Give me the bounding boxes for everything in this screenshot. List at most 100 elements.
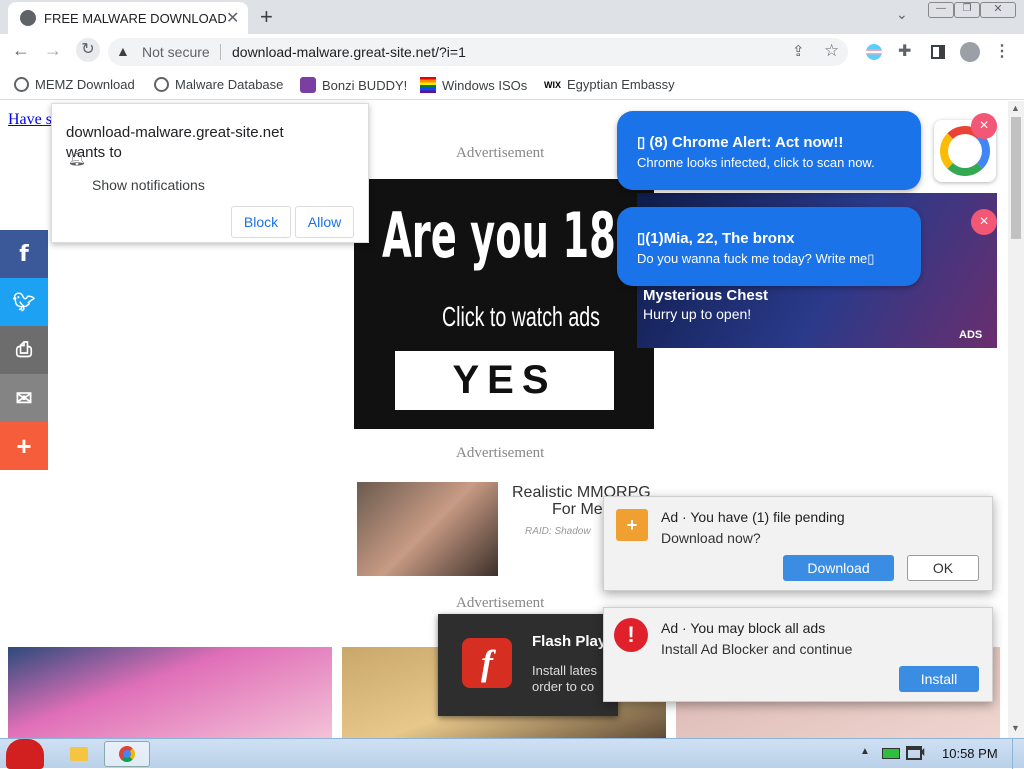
twitter-share-button[interactable]: 🐦︎ bbox=[0, 278, 48, 326]
notification-title: Ad · You have (1) file pending bbox=[661, 509, 845, 525]
warning-icon: ▲ bbox=[116, 43, 130, 59]
bell-icon: 🔔︎ bbox=[68, 150, 86, 166]
email-share-button[interactable]: ✉ bbox=[0, 374, 48, 422]
sidepanel-icon[interactable] bbox=[931, 45, 945, 59]
flash-player-popup[interactable]: f Flash Play Install lates order to co bbox=[438, 614, 618, 716]
battery-icon[interactable] bbox=[882, 748, 900, 759]
notification-title: Ad · You may block all ads bbox=[661, 620, 826, 636]
plus-icon: + bbox=[16, 430, 32, 461]
globe-icon bbox=[154, 77, 169, 92]
close-window-button[interactable]: ✕ bbox=[980, 2, 1016, 18]
tab-title: FREE MALWARE DOWNLOAD bbox=[44, 11, 227, 26]
angry-bird-start-icon[interactable] bbox=[6, 739, 44, 769]
anime-thumbnail[interactable] bbox=[8, 647, 332, 738]
taskbar: ▲ 🔈︎ 10:58 PM bbox=[0, 738, 1024, 769]
close-icon[interactable]: × bbox=[971, 113, 997, 139]
banner-subtitle: Click to watch ads bbox=[442, 301, 600, 332]
back-icon[interactable]: ← bbox=[12, 40, 30, 61]
print-button[interactable]: ⎙ bbox=[0, 326, 48, 374]
show-desktop-button[interactable] bbox=[1012, 739, 1024, 769]
more-share-button[interactable]: + bbox=[0, 422, 48, 470]
twitter-icon: 🐦︎ bbox=[12, 291, 36, 312]
fake-message-alert[interactable]: ▯(1)Mia, 22, The bronx Do you wanna fuck… bbox=[617, 207, 921, 286]
bookmark-egyptian-embassy[interactable]: WIX Egyptian Embassy bbox=[544, 77, 675, 92]
share-icon[interactable]: ⇪ bbox=[792, 42, 805, 60]
bookmark-label: MEMZ Download bbox=[35, 77, 135, 92]
download-button[interactable]: Download bbox=[783, 555, 894, 581]
notification-permission-prompt: download-malware.great-site.net wants to… bbox=[51, 103, 369, 243]
bookmark-label: Bonzi BUDDY! bbox=[322, 77, 408, 93]
facebook-icon: f bbox=[19, 241, 29, 267]
reload-icon[interactable]: ↻ bbox=[76, 38, 100, 62]
flash-title: Flash Play bbox=[532, 633, 607, 650]
wix-icon: WIX bbox=[544, 79, 561, 90]
ad-label: Advertisement bbox=[456, 145, 545, 161]
message-title: ▯(1)Mia, 22, The bronx bbox=[637, 230, 795, 247]
ad-label: Advertisement bbox=[456, 445, 545, 461]
chrome-taskbar-button[interactable] bbox=[104, 741, 150, 767]
page-link[interactable]: Have s bbox=[8, 111, 52, 129]
mmorpg-ad-image[interactable] bbox=[357, 482, 498, 576]
block-button[interactable]: Block bbox=[231, 206, 291, 238]
ad-label: Advertisement bbox=[456, 595, 545, 611]
forward-icon[interactable]: → bbox=[44, 40, 62, 61]
chest-ad-subtitle: Hurry up to open! bbox=[643, 306, 752, 322]
scroll-down-icon[interactable]: ▼ bbox=[1011, 723, 1020, 733]
star-icon[interactable]: ☆ bbox=[824, 41, 839, 61]
menu-icon[interactable]: ⋮ bbox=[994, 41, 1010, 61]
adult-banner-ad[interactable]: Are you 18+? Click to watch ads YES bbox=[354, 179, 670, 429]
bookmark-label: Windows ISOs bbox=[442, 77, 528, 93]
bookmark-windows-isos[interactable]: Windows ISOs bbox=[420, 77, 527, 93]
bookmark-memz[interactable]: MEMZ Download bbox=[14, 77, 135, 92]
print-icon: ⎙ bbox=[16, 338, 32, 361]
message-body: Do you wanna fuck me today? Write me▯ bbox=[637, 251, 875, 266]
flash-icon: f bbox=[462, 638, 512, 688]
bookmark-malware-database[interactable]: Malware Database bbox=[154, 77, 283, 92]
url-text[interactable]: download-malware.great-site.net/?i=1 bbox=[232, 44, 466, 60]
minimize-button[interactable]: — bbox=[928, 2, 954, 18]
toolbar: ← → ↻ ▲ Not secure download-malware.grea… bbox=[0, 34, 1024, 70]
windows-flag-icon bbox=[420, 77, 436, 93]
ad-blocker-notification[interactable]: ! Ad · You may block all ads Install Ad … bbox=[603, 607, 993, 702]
omnibox-divider bbox=[220, 44, 221, 60]
file-pending-notification[interactable]: + Ad · You have (1) file pending Downloa… bbox=[603, 496, 993, 591]
new-tab-button[interactable]: + bbox=[260, 4, 273, 30]
mail-icon: ✉ bbox=[15, 387, 33, 410]
extensions-icon[interactable]: ✚ bbox=[898, 41, 911, 61]
close-tab-icon[interactable]: ✕ bbox=[226, 8, 239, 28]
prompt-request: Show notifications bbox=[92, 177, 205, 193]
ok-button[interactable]: OK bbox=[907, 555, 979, 581]
allow-button[interactable]: Allow bbox=[295, 206, 354, 238]
alert-icon: ! bbox=[614, 618, 648, 652]
notification-body: Install Ad Blocker and continue bbox=[661, 641, 853, 657]
omnibox[interactable]: ▲ Not secure download-malware.great-site… bbox=[108, 38, 848, 66]
facebook-share-button[interactable]: f bbox=[0, 230, 48, 278]
ads-tag: ADS bbox=[959, 329, 983, 341]
explorer-taskbar-button[interactable] bbox=[56, 742, 102, 766]
profile-icon[interactable] bbox=[960, 42, 980, 62]
mmorpg-ad-subtitle: For Me bbox=[552, 501, 603, 518]
trans-flag-extension-icon[interactable] bbox=[866, 44, 882, 60]
flash-line1: Install lates bbox=[532, 663, 598, 678]
install-button[interactable]: Install bbox=[899, 666, 979, 692]
page-scrollbar[interactable]: ▲ ▼ bbox=[1008, 101, 1024, 738]
fake-chrome-alert[interactable]: ▯ (8) Chrome Alert: Act now!! Chrome loo… bbox=[617, 111, 921, 190]
folder-icon bbox=[70, 747, 88, 761]
tab-search-icon[interactable]: ⌄ bbox=[896, 6, 908, 23]
notification-body: Download now? bbox=[661, 530, 761, 546]
chrome-icon bbox=[119, 746, 135, 762]
bookmark-label: Egyptian Embassy bbox=[567, 77, 675, 92]
globe-icon bbox=[20, 10, 36, 26]
clock[interactable]: 10:58 PM bbox=[942, 746, 998, 761]
chest-ad-title: Mysterious Chest bbox=[643, 287, 769, 304]
restore-button[interactable]: ❐ bbox=[954, 2, 980, 18]
scroll-up-icon[interactable]: ▲ bbox=[1011, 103, 1020, 113]
show-hidden-icons[interactable]: ▲ bbox=[860, 746, 870, 757]
bookmark-bonzi[interactable]: Bonzi BUDDY! bbox=[300, 77, 407, 93]
close-icon[interactable]: × bbox=[971, 209, 997, 235]
security-label[interactable]: Not secure bbox=[142, 44, 210, 60]
scroll-thumb[interactable] bbox=[1011, 117, 1021, 239]
banner-yes-button[interactable]: YES bbox=[395, 351, 614, 410]
volume-icon[interactable]: 🔈︎ bbox=[920, 743, 928, 760]
active-tab[interactable]: FREE MALWARE DOWNLOAD ✕ bbox=[8, 2, 248, 34]
